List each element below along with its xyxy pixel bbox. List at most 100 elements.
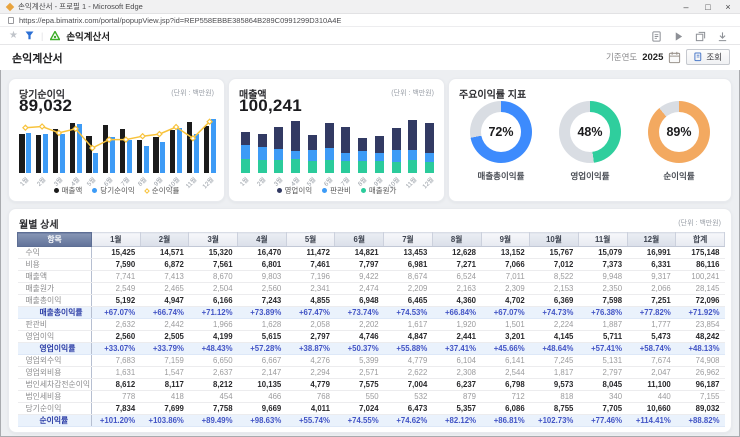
table-cell: +101.20% xyxy=(92,415,141,427)
segment-영업이익 xyxy=(425,123,434,152)
legend-dot-marker xyxy=(92,188,97,193)
table-cell: 8,612 xyxy=(92,379,141,391)
table-cell: 7,004 xyxy=(384,379,433,391)
table-cell: 2,350 xyxy=(578,283,627,295)
url-text[interactable]: https://epa.bimatrix.com/portal/popupVie… xyxy=(19,16,341,25)
report-logo-icon xyxy=(50,31,60,41)
table-cell: +76.38% xyxy=(578,307,627,319)
segment-판관비 xyxy=(392,150,401,162)
table-cell: 1,547 xyxy=(140,367,189,379)
table-cell: 5,615 xyxy=(238,331,287,343)
table-cell: 2,224 xyxy=(530,319,579,331)
table-cell: +48.43% xyxy=(189,343,238,355)
table-cell: 340 xyxy=(578,391,627,403)
segment-매출원가 xyxy=(241,159,250,173)
table-row: 매출총이익률+67.07%+66.74%+71.12%+73.89%+67.47… xyxy=(18,307,725,319)
base-year-value[interactable]: 2025 xyxy=(642,52,663,63)
table-cell: 23,854 xyxy=(676,319,725,331)
table-cell: 11,100 xyxy=(627,379,676,391)
table-cell: 6,981 xyxy=(384,259,433,271)
column-header: 합계 xyxy=(676,233,725,247)
net-income-unit-label: (단위 : 백만원) xyxy=(171,88,214,98)
legend-dot-marker xyxy=(361,188,366,193)
table-cell: 6,667 xyxy=(238,355,287,367)
row-label: 영업외수익 xyxy=(18,355,92,367)
table-cell: 7,251 xyxy=(627,295,676,307)
minimize-button[interactable]: – xyxy=(676,0,696,14)
table-cell: 7,598 xyxy=(578,295,627,307)
report-toolbar: ★ | 손익계산서 xyxy=(0,27,740,45)
table-cell: 2,066 xyxy=(627,283,676,295)
calendar-icon[interactable] xyxy=(668,51,681,64)
maximize-button[interactable]: □ xyxy=(698,0,718,14)
table-cell: 26,962 xyxy=(676,367,725,379)
table-cell: 2,058 xyxy=(286,319,335,331)
table-cell: 2,341 xyxy=(286,283,335,295)
profit-ratio-card-title: 주요이익률 지표 xyxy=(459,86,526,101)
segment-매출원가 xyxy=(375,161,384,173)
table-cell: 2,504 xyxy=(189,283,238,295)
table-cell: 1,920 xyxy=(432,319,481,331)
table-cell: 2,797 xyxy=(578,367,627,379)
table-cell: +74.53% xyxy=(384,307,433,319)
donut-gauge: 72%매출총이익률 xyxy=(463,101,539,182)
table-cell: 5,131 xyxy=(578,355,627,367)
monthly-detail-card: 월별 상세 (단위 : 백만원) 항목1월2월3월4월5월6월7월8월9월10월… xyxy=(8,208,732,433)
table-cell: 89,032 xyxy=(676,403,725,415)
segment-판관비 xyxy=(358,151,367,161)
table-cell: +82.12% xyxy=(432,415,481,427)
segment-판관비 xyxy=(341,153,350,162)
table-cell: 9,803 xyxy=(238,271,287,283)
column-header: 12월 xyxy=(627,233,676,247)
donut-label: 순이익률 xyxy=(663,170,694,182)
run-icon[interactable] xyxy=(673,31,684,42)
table-cell: 7,066 xyxy=(481,259,530,271)
table-header-row: 항목1월2월3월4월5월6월7월8월9월10월11월12월합계 xyxy=(18,233,725,247)
table-cell: 7,674 xyxy=(627,355,676,367)
segment-영업이익 xyxy=(308,135,317,150)
table-cell: 418 xyxy=(140,391,189,403)
filter-icon[interactable] xyxy=(25,31,34,40)
search-button[interactable]: 조회 xyxy=(686,49,730,65)
donut-value: 89% xyxy=(659,112,699,152)
table-cell: 96,187 xyxy=(676,379,725,391)
open-window-icon[interactable] xyxy=(695,31,706,42)
table-cell: 15,079 xyxy=(578,247,627,259)
table-cell: +66.84% xyxy=(432,307,481,319)
column-header: 9월 xyxy=(481,233,530,247)
table-cell: 2,637 xyxy=(189,367,238,379)
revenue-unit-label: (단위 : 백만원) xyxy=(391,88,434,98)
table-cell: 2,549 xyxy=(92,283,141,295)
table-cell: 9,948 xyxy=(578,271,627,283)
profit-ratio-card: 주요이익률 지표 72%매출총이익률48%영업이익률89%순이익률 xyxy=(448,78,732,202)
table-cell: 10,660 xyxy=(627,403,676,415)
table-row: 매출총이익5,1924,9476,1667,2434,8556,9486,465… xyxy=(18,295,725,307)
table-cell: +67.47% xyxy=(286,307,335,319)
table-cell: 7,683 xyxy=(92,355,141,367)
table-cell: 768 xyxy=(286,391,335,403)
legend-dot-marker xyxy=(54,188,59,193)
address-bar[interactable]: https://epa.bimatrix.com/portal/popupVie… xyxy=(0,14,740,27)
table-cell: +50.37% xyxy=(335,343,384,355)
table-cell: 2,474 xyxy=(335,283,384,295)
stacked-bar xyxy=(358,138,367,173)
table-cell: +71.12% xyxy=(189,307,238,319)
column-header: 8월 xyxy=(432,233,481,247)
table-cell: 7,271 xyxy=(432,259,481,271)
download-icon[interactable] xyxy=(717,31,728,42)
favorite-star-icon[interactable]: ★ xyxy=(9,31,18,41)
table-cell: 2,560 xyxy=(238,283,287,295)
close-button[interactable]: × xyxy=(718,0,738,14)
row-label: 매출액 xyxy=(18,271,92,283)
export-document-icon[interactable] xyxy=(651,31,662,42)
table-cell: 2,047 xyxy=(627,367,676,379)
table-cell: 4,360 xyxy=(432,295,481,307)
table-cell: 7,243 xyxy=(238,295,287,307)
segment-판관비 xyxy=(425,153,434,162)
segment-영업이익 xyxy=(392,128,401,150)
legend-item: 순이익률 xyxy=(145,185,180,196)
table-cell: +89.49% xyxy=(189,415,238,427)
segment-매출원가 xyxy=(274,160,283,173)
segment-영업이익 xyxy=(291,121,300,151)
donut-ring: 89% xyxy=(648,101,710,163)
